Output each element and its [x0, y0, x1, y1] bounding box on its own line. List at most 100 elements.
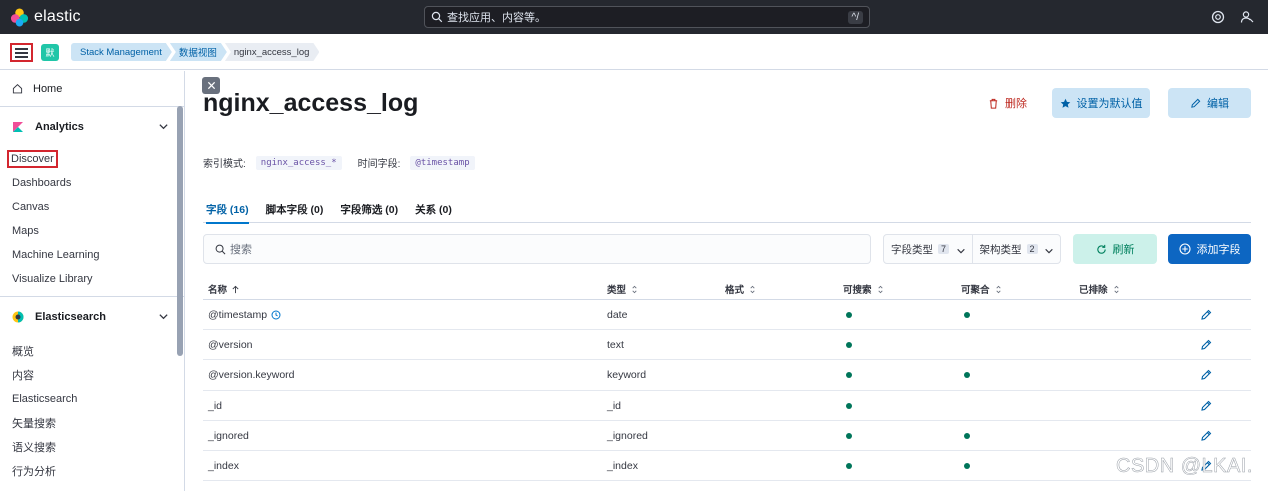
main-content: nginx_access_log 删除 设置为默认值 编辑 索引模式: ngin…: [186, 71, 1268, 491]
sidebar-item-visualize-library[interactable]: Visualize Library: [0, 267, 184, 291]
chevron-down-icon: [956, 248, 965, 254]
time-field-label: 时间字段:: [357, 159, 401, 170]
help-icon[interactable]: [1211, 10, 1225, 24]
global-search-input[interactable]: 查找应用、内容等。 ^/: [424, 6, 870, 28]
hamburger-icon: [15, 47, 28, 50]
plus-circle-icon: [1178, 243, 1191, 255]
edit-field-icon[interactable]: [1200, 400, 1212, 415]
field-name: @timestamp: [208, 309, 268, 321]
refresh-button[interactable]: 刷新: [1073, 234, 1157, 264]
add-field-label: 添加字段: [1196, 244, 1241, 256]
space-avatar[interactable]: 默: [41, 44, 59, 61]
menu-toggle-button[interactable]: [10, 43, 33, 62]
edit-label: 编辑: [1207, 98, 1229, 110]
refresh-label: 刷新: [1112, 244, 1135, 256]
field-search-input[interactable]: 搜索: [203, 234, 871, 264]
aggregatable-dot: [964, 312, 970, 318]
breadcrumb-data-views[interactable]: 数据视图: [170, 43, 227, 61]
sidebar-item-vector-search[interactable]: 矢量搜索: [0, 411, 184, 435]
table-row: _index _index: [203, 451, 1251, 482]
sidebar-item-semantic-search[interactable]: 语义搜索: [0, 435, 184, 459]
tab-scripted-fields[interactable]: 脚本字段 (0): [266, 195, 324, 223]
hamburger-line: [15, 51, 28, 54]
user-menu-icon[interactable]: [1240, 10, 1254, 24]
sort-icon: [750, 285, 755, 293]
sort-icon: [995, 285, 1001, 293]
breadcrumb-bar: 默 Stack Management 数据视图 nginx_access_log: [0, 34, 1268, 70]
clock-icon: [271, 310, 281, 320]
sidebar-item-content[interactable]: 内容: [0, 363, 184, 387]
searchable-dot: [846, 342, 852, 349]
sidebar-group-elasticsearch[interactable]: Elasticsearch: [0, 297, 184, 337]
elastic-logo-icon: [10, 7, 29, 27]
brand-name: elastic: [34, 8, 81, 25]
delete-button[interactable]: 删除: [988, 89, 1027, 117]
edit-button[interactable]: 编辑: [1168, 88, 1251, 118]
edit-field-icon[interactable]: [1200, 369, 1212, 384]
filter-label: 架构类型: [979, 243, 1022, 256]
column-label: 可搜索: [843, 285, 872, 296]
field-type-filter[interactable]: 字段类型 7: [884, 235, 972, 263]
field-type-cell: date: [607, 309, 628, 321]
aggregatable-dot: [964, 432, 970, 439]
column-header-searchable[interactable]: 可搜索: [843, 282, 885, 296]
column-label: 可聚合: [961, 285, 990, 296]
sidebar-item-dashboards[interactable]: Dashboards: [0, 171, 184, 195]
searchable-dot: [846, 372, 852, 379]
filter-count-badge: 2: [1026, 244, 1038, 254]
sidebar-item-label: Home: [33, 82, 63, 95]
searchable-dot: [846, 432, 852, 439]
column-label: 类型: [607, 285, 627, 296]
tab-relationships[interactable]: 关系 (0): [415, 195, 452, 223]
search-icon: [431, 11, 443, 23]
edit-field-icon[interactable]: [1200, 339, 1212, 354]
aggregatable-dot: [964, 372, 970, 379]
index-pattern-label: 索引模式:: [203, 159, 246, 170]
star-icon: [1060, 98, 1070, 108]
tab-field-filters[interactable]: 字段筛选 (0): [340, 195, 398, 223]
add-field-button[interactable]: 添加字段: [1168, 234, 1251, 264]
sidebar-item-canvas[interactable]: Canvas: [0, 195, 184, 219]
sidebar-group-title: Elasticsearch: [35, 311, 106, 323]
field-name: _ignored: [208, 429, 249, 442]
field-name-cell: @version.keyword: [208, 369, 295, 381]
searchable-dot: [846, 312, 852, 318]
set-default-button[interactable]: 设置为默认值: [1052, 88, 1150, 118]
column-header-aggregatable[interactable]: 可聚合: [961, 282, 1003, 296]
set-default-label: 设置为默认值: [1076, 98, 1143, 110]
elastic-logo[interactable]: elastic: [10, 7, 81, 27]
column-header-excluded[interactable]: 已排除: [1079, 282, 1121, 296]
column-header-format[interactable]: 格式: [725, 282, 757, 296]
sidebar-item-behavioral-analytics[interactable]: 行为分析: [0, 459, 184, 483]
table-row: @version text: [203, 330, 1251, 361]
data-view-meta: 索引模式: nginx_access_* 时间字段: @timestamp: [203, 155, 491, 170]
sidebar-scrollbar[interactable]: [177, 106, 183, 356]
table-row: @timestamp date: [203, 300, 1251, 331]
tab-fields[interactable]: 字段 (16): [206, 195, 249, 224]
column-header-name[interactable]: 名称: [208, 282, 240, 296]
field-name-cell: _index: [208, 460, 239, 472]
breadcrumb-stack-management[interactable]: Stack Management: [71, 43, 172, 61]
sidebar-group-analytics[interactable]: Analytics: [0, 107, 184, 147]
home-icon: [12, 84, 23, 94]
field-name-cell: _id: [208, 400, 222, 412]
schema-type-filter[interactable]: 架构类型 2: [971, 235, 1061, 263]
sidebar-item-maps[interactable]: Maps: [0, 219, 184, 243]
column-header-type[interactable]: 类型: [607, 282, 639, 296]
sidebar-item-machine-learning[interactable]: Machine Learning: [0, 243, 184, 267]
edit-field-icon[interactable]: [1200, 309, 1212, 324]
field-name-cell: @timestamp: [208, 309, 281, 321]
sidebar-item-label: Discover: [7, 150, 58, 168]
trash-icon: [989, 98, 998, 109]
sidebar-item-elasticsearch[interactable]: Elasticsearch: [0, 387, 184, 411]
field-type-cell: text: [607, 339, 624, 352]
top-header: elastic 查找应用、内容等。 ^/: [0, 0, 1268, 34]
field-name: _index: [208, 459, 239, 472]
sidebar-item-overview[interactable]: 概览: [0, 339, 184, 363]
field-name-cell: _ignored: [208, 430, 249, 442]
sidebar-item-home[interactable]: Home: [0, 71, 184, 107]
edit-field-icon[interactable]: [1200, 430, 1212, 445]
sidebar-item-discover[interactable]: Discover: [0, 147, 184, 171]
chevron-down-icon: [1045, 248, 1053, 254]
field-search-placeholder: 搜索: [230, 244, 252, 256]
